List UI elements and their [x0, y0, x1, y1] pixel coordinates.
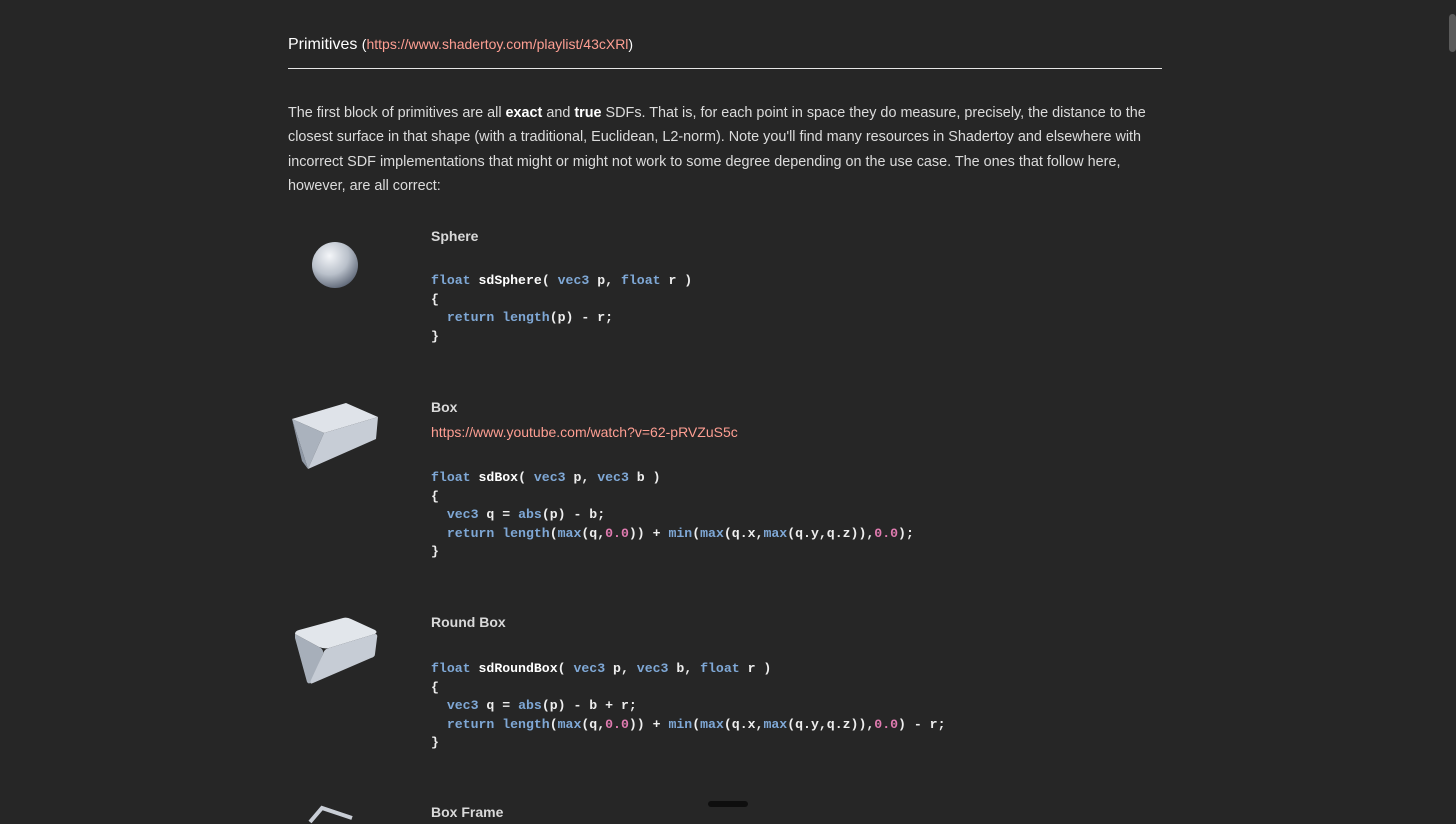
code-text: q =	[478, 507, 519, 522]
code-text: (q,	[581, 525, 606, 541]
code-text: (	[557, 661, 574, 676]
heading-title: Primitives	[288, 36, 358, 53]
code-text: (	[692, 716, 701, 732]
code-text: (q,	[581, 716, 606, 732]
code-text: (q.x,	[723, 716, 764, 732]
home-indicator	[708, 801, 748, 807]
code-text: b )	[628, 470, 661, 485]
intro-paragraph: The first block of primitives are all ex…	[288, 105, 1146, 194]
code-function-name: sdRoundBox	[470, 661, 558, 676]
code-text: (	[692, 525, 701, 541]
code-text: );	[898, 525, 914, 541]
code-keyword: vec3	[557, 273, 590, 288]
code-keyword: max	[557, 525, 582, 541]
code-text: (q.x,	[723, 525, 764, 541]
code-keyword: float	[620, 273, 661, 288]
box-frame-thumbnail	[308, 805, 353, 824]
code-text: (p) - b;	[541, 507, 606, 522]
code-function-name: sdSphere	[470, 273, 542, 288]
code-keyword: length	[502, 716, 550, 732]
code-text: (	[518, 470, 534, 485]
code-text: }	[431, 544, 439, 559]
code-keyword: max	[763, 716, 788, 732]
code-function-name: sdBox	[470, 470, 519, 485]
code-text: (q.y,q.z)),	[787, 525, 875, 541]
code-keyword: return	[446, 525, 495, 541]
code-block: float sdRoundBox( vec3 p, vec3 b, float …	[431, 660, 946, 753]
code-keyword: return	[446, 716, 495, 732]
code-keyword: float	[431, 661, 471, 676]
code-number: 0.0	[605, 716, 629, 732]
code-keyword: vec3	[533, 470, 566, 485]
heading-divider	[288, 68, 1162, 69]
code-keyword: abs	[518, 698, 542, 713]
code-number: 0.0	[874, 525, 899, 541]
code-keyword: max	[700, 525, 724, 541]
box-thumbnail	[292, 403, 378, 469]
sphere-thumbnail	[312, 242, 358, 288]
code-number: 0.0	[874, 716, 899, 732]
code-text: (p) - r;	[549, 310, 614, 325]
code-text: (	[549, 716, 558, 732]
code-text: r )	[739, 661, 772, 676]
code-text: (	[541, 273, 558, 288]
code-keyword: abs	[518, 507, 542, 522]
section-heading: Primitives (https://www.shadertoy.com/pl…	[288, 36, 634, 53]
code-keyword: length	[502, 310, 550, 325]
code-keyword: max	[700, 716, 724, 732]
code-keyword: float	[431, 470, 471, 485]
code-text: }	[431, 328, 439, 344]
code-text: (	[549, 525, 558, 541]
youtube-link[interactable]: https://www.youtube.com/watch?v=62-pRVZu…	[431, 424, 738, 440]
code-keyword: length	[502, 525, 550, 541]
round-box-thumbnail	[295, 617, 378, 684]
code-keyword: min	[668, 716, 693, 732]
code-keyword: vec3	[636, 661, 669, 676]
code-text: p,	[605, 661, 637, 676]
scrollbar-thumb[interactable]	[1449, 14, 1456, 52]
code-keyword: max	[557, 716, 582, 732]
code-keyword: vec3	[573, 661, 606, 676]
code-keyword: float	[700, 661, 740, 676]
primitive-title: Round Box	[431, 614, 506, 630]
code-text: )) +	[628, 716, 669, 732]
code-text: {	[431, 679, 439, 695]
code-text: q =	[478, 698, 519, 713]
code-text: (p) - b + r;	[541, 698, 637, 713]
code-text: {	[431, 488, 439, 504]
code-text: {	[431, 291, 439, 307]
code-text: ) - r;	[898, 716, 946, 732]
code-block: float sdSphere( vec3 p, float r ) { retu…	[431, 272, 692, 346]
code-text: b,	[668, 661, 701, 676]
code-keyword: vec3	[597, 470, 629, 485]
primitive-title: Box	[431, 399, 458, 415]
code-keyword: vec3	[446, 698, 479, 713]
code-text: r )	[660, 273, 693, 288]
code-keyword: float	[431, 273, 471, 288]
code-text: p,	[565, 470, 598, 485]
code-keyword: max	[763, 525, 788, 541]
shadertoy-playlist-link[interactable]: https://www.shadertoy.com/playlist/43cXR…	[366, 36, 628, 52]
code-text: }	[431, 735, 439, 750]
code-number: 0.0	[605, 525, 629, 541]
code-text: )) +	[628, 525, 669, 541]
code-block: float sdBox( vec3 p, vec3 b ) { vec3 q =…	[431, 469, 914, 562]
primitive-title: Box Frame	[431, 804, 504, 820]
code-text: (q.y,q.z)),	[787, 716, 875, 732]
code-keyword: return	[446, 310, 495, 325]
primitive-title: Sphere	[431, 228, 479, 244]
code-text: p,	[589, 273, 621, 288]
code-keyword: vec3	[446, 507, 479, 522]
code-keyword: min	[668, 525, 693, 541]
